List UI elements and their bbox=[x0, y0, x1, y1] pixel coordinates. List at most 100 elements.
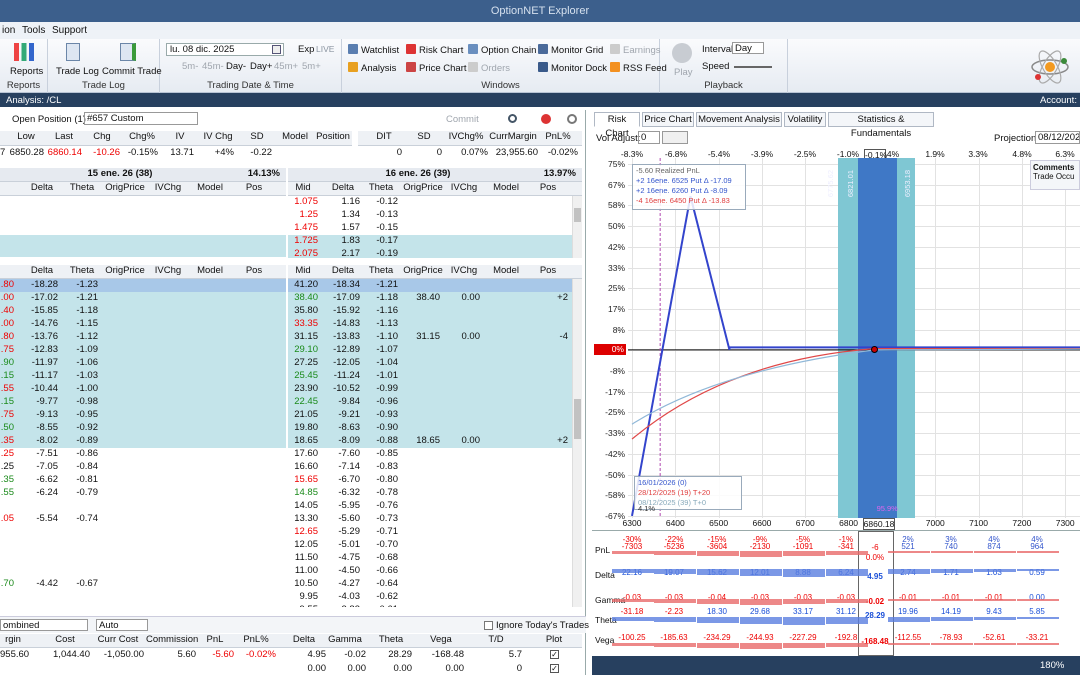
group-select[interactable]: ombined bbox=[0, 619, 88, 631]
ignore-checkbox[interactable] bbox=[484, 621, 493, 630]
open-position-label[interactable]: Open Position (1) bbox=[12, 114, 86, 125]
analysis-tab[interactable]: Analysis: /CL bbox=[6, 95, 61, 106]
option-row[interactable]: .80 -18.28 -1.23 bbox=[0, 279, 286, 292]
upper-scrollbar[interactable] bbox=[572, 196, 582, 258]
step-45m-fwd[interactable]: 45m+ bbox=[274, 61, 298, 72]
option-row[interactable]: .75 -12.83 -1.09 bbox=[0, 344, 286, 357]
option-row[interactable]: 16.60 -7.14 -0.83 bbox=[288, 461, 572, 474]
option-row[interactable]: 2.075 2.17 -0.19 bbox=[288, 248, 572, 258]
option-row[interactable]: .50 -8.55 -0.92 bbox=[0, 422, 286, 435]
close-position-icon[interactable] bbox=[541, 114, 551, 124]
option-row[interactable]: 12.65 -5.29 -0.71 bbox=[288, 526, 572, 539]
option-row[interactable]: .80 -13.76 -1.12 bbox=[0, 331, 286, 344]
option-row[interactable]: .55 -6.24 -0.79 bbox=[0, 487, 286, 500]
step-day-fwd[interactable]: Day+ bbox=[250, 61, 272, 72]
option-row[interactable]: 22.45 -9.84 -0.96 bbox=[288, 396, 572, 409]
menu-tools[interactable]: Tools bbox=[22, 25, 45, 36]
auto-select[interactable]: Auto bbox=[96, 619, 148, 631]
live-label[interactable]: LIVE bbox=[316, 44, 334, 54]
option-row[interactable]: .90 -11.97 -1.06 bbox=[0, 357, 286, 370]
option-row[interactable]: 31.15 -13.83 -1.10 31.15 0.00 -4 bbox=[288, 331, 572, 344]
option-row[interactable]: 27.25 -12.05 -1.04 bbox=[288, 357, 572, 370]
price-chart-button[interactable]: Price Chart bbox=[406, 62, 467, 74]
option-row[interactable]: 1.475 1.57 -0.15 bbox=[288, 222, 572, 235]
option-row[interactable] bbox=[0, 539, 286, 552]
option-row[interactable]: 10.50 -4.27 -0.64 bbox=[288, 578, 572, 591]
earnings-button[interactable]: Earnings bbox=[610, 44, 661, 56]
date-field[interactable]: lu. 08 dic. 2025 bbox=[166, 43, 284, 56]
option-row[interactable]: 14.05 -5.95 -0.76 bbox=[288, 500, 572, 513]
exp-button[interactable]: Exp bbox=[298, 44, 314, 55]
option-row[interactable]: 23.90 -10.52 -0.99 bbox=[288, 383, 572, 396]
option-row[interactable]: .00 -17.02 -1.21 bbox=[0, 292, 286, 305]
option-row[interactable]: 9.55 -3.83-0.61 bbox=[288, 604, 572, 607]
menu-support[interactable]: Support bbox=[52, 25, 87, 36]
option-row[interactable]: 13.30 -5.60 -0.73 bbox=[288, 513, 572, 526]
option-row[interactable]: 1.25 1.34 -0.13 bbox=[288, 209, 572, 222]
interval-select[interactable]: Day bbox=[732, 42, 764, 54]
option-row[interactable]: .05 -5.54 -0.74 bbox=[0, 513, 286, 526]
option-row[interactable]: 17.60 -7.60 -0.85 bbox=[288, 448, 572, 461]
option-row[interactable]: 33.35 -14.83 -1.13 bbox=[288, 318, 572, 331]
plot-checkbox[interactable]: ✓ bbox=[550, 664, 559, 673]
option-row[interactable]: 25.45 -11.24 -1.01 bbox=[288, 370, 572, 383]
tab-movement-analysis[interactable]: Movement Analysis bbox=[696, 112, 782, 127]
tab-risk-chart[interactable]: Risk Chart bbox=[594, 112, 640, 139]
option-row[interactable]: .25 -7.05 -0.84 bbox=[0, 461, 286, 474]
option-row[interactable]: .15 -11.17 -1.03 bbox=[0, 370, 286, 383]
monitor-dock-button[interactable]: Monitor Dock bbox=[538, 62, 607, 74]
option-row[interactable] bbox=[0, 552, 286, 565]
orders-button[interactable]: Orders bbox=[468, 62, 510, 74]
option-row[interactable]: 11.50 -4.75 -0.68 bbox=[288, 552, 572, 565]
option-row[interactable]: .15 -9.77 -0.98 bbox=[0, 396, 286, 409]
option-row[interactable]: 38.40 -17.09 -1.18 38.40 0.00 +2 bbox=[288, 292, 572, 305]
option-row[interactable]: 21.05 -9.21 -0.93 bbox=[288, 409, 572, 422]
plot-checkbox[interactable]: ✓ bbox=[550, 650, 559, 659]
position-select[interactable]: #657 Custom bbox=[84, 112, 198, 125]
option-row[interactable]: .55 -10.44 -1.00 bbox=[0, 383, 286, 396]
projection-date[interactable]: 08/12/2025 bbox=[1035, 131, 1080, 144]
step-45m-back[interactable]: 45m- bbox=[202, 61, 224, 72]
option-row[interactable]: 1.725 1.83 -0.17 bbox=[288, 235, 572, 248]
tab-price-chart[interactable]: Price Chart bbox=[642, 112, 694, 127]
option-row[interactable] bbox=[0, 526, 286, 539]
commit-button[interactable]: Commit bbox=[446, 114, 479, 125]
option-row[interactable]: 29.10 -12.89 -1.07 bbox=[288, 344, 572, 357]
step-5m-fwd[interactable]: 5m+ bbox=[302, 61, 321, 72]
watchlist-button[interactable]: Watchlist bbox=[348, 44, 399, 56]
analysis-button[interactable]: Analysis bbox=[348, 62, 396, 74]
zoom-icon[interactable] bbox=[508, 114, 517, 123]
vol-adjust-input[interactable]: 0 bbox=[638, 131, 660, 144]
commit-trade-button[interactable]: Commit Trade bbox=[102, 66, 162, 77]
play-icon[interactable] bbox=[672, 43, 692, 63]
option-row[interactable]: .40 -15.85 -1.18 bbox=[0, 305, 286, 318]
step-day-back[interactable]: Day- bbox=[226, 61, 246, 72]
vol-stepper[interactable] bbox=[662, 131, 688, 144]
settings-icon[interactable] bbox=[567, 114, 577, 124]
play-button[interactable]: Play bbox=[674, 67, 692, 78]
option-row[interactable]: 19.80 -8.63 -0.90 bbox=[288, 422, 572, 435]
trade-log-button[interactable]: Trade Log bbox=[56, 66, 99, 77]
option-row[interactable]: .70 -4.42 -0.67 bbox=[0, 578, 286, 591]
calendar-icon[interactable] bbox=[272, 45, 281, 54]
risk-chart-button[interactable]: Risk Chart bbox=[406, 44, 463, 56]
option-row[interactable]: 11.00 -4.50 -0.66 bbox=[288, 565, 572, 578]
option-row[interactable]: 41.20 -18.34 -1.21 bbox=[288, 279, 572, 292]
option-row[interactable]: .75 -9.13 -0.95 bbox=[0, 409, 286, 422]
option-row[interactable]: .35 -8.02 -0.89 bbox=[0, 435, 286, 448]
comments-box[interactable]: Comments Trade Occu bbox=[1030, 160, 1080, 190]
option-row[interactable]: 9.95 -4.03 -0.62 bbox=[288, 591, 572, 604]
option-row[interactable]: 1.075 1.16 -0.12 bbox=[288, 196, 572, 209]
option-row[interactable]: 35.80 -15.92 -1.16 bbox=[288, 305, 572, 318]
option-row[interactable]: .00 -14.76 -1.15 bbox=[0, 318, 286, 331]
option-row[interactable] bbox=[0, 565, 286, 578]
option-row[interactable]: .35 -6.62 -0.81 bbox=[0, 474, 286, 487]
speed-slider[interactable] bbox=[734, 66, 772, 68]
option-row[interactable]: 14.85 -6.32 -0.78 bbox=[288, 487, 572, 500]
option-row[interactable]: 15.65 -6.70 -0.80 bbox=[288, 474, 572, 487]
menu-file[interactable]: ion bbox=[2, 25, 15, 36]
rss-feed-button[interactable]: RSS Feed bbox=[610, 62, 667, 74]
tab-statistics[interactable]: Statistics & Fundamentals bbox=[828, 112, 934, 139]
option-row[interactable]: 12.05 -5.01 -0.70 bbox=[288, 539, 572, 552]
step-5m-back[interactable]: 5m- bbox=[182, 61, 198, 72]
